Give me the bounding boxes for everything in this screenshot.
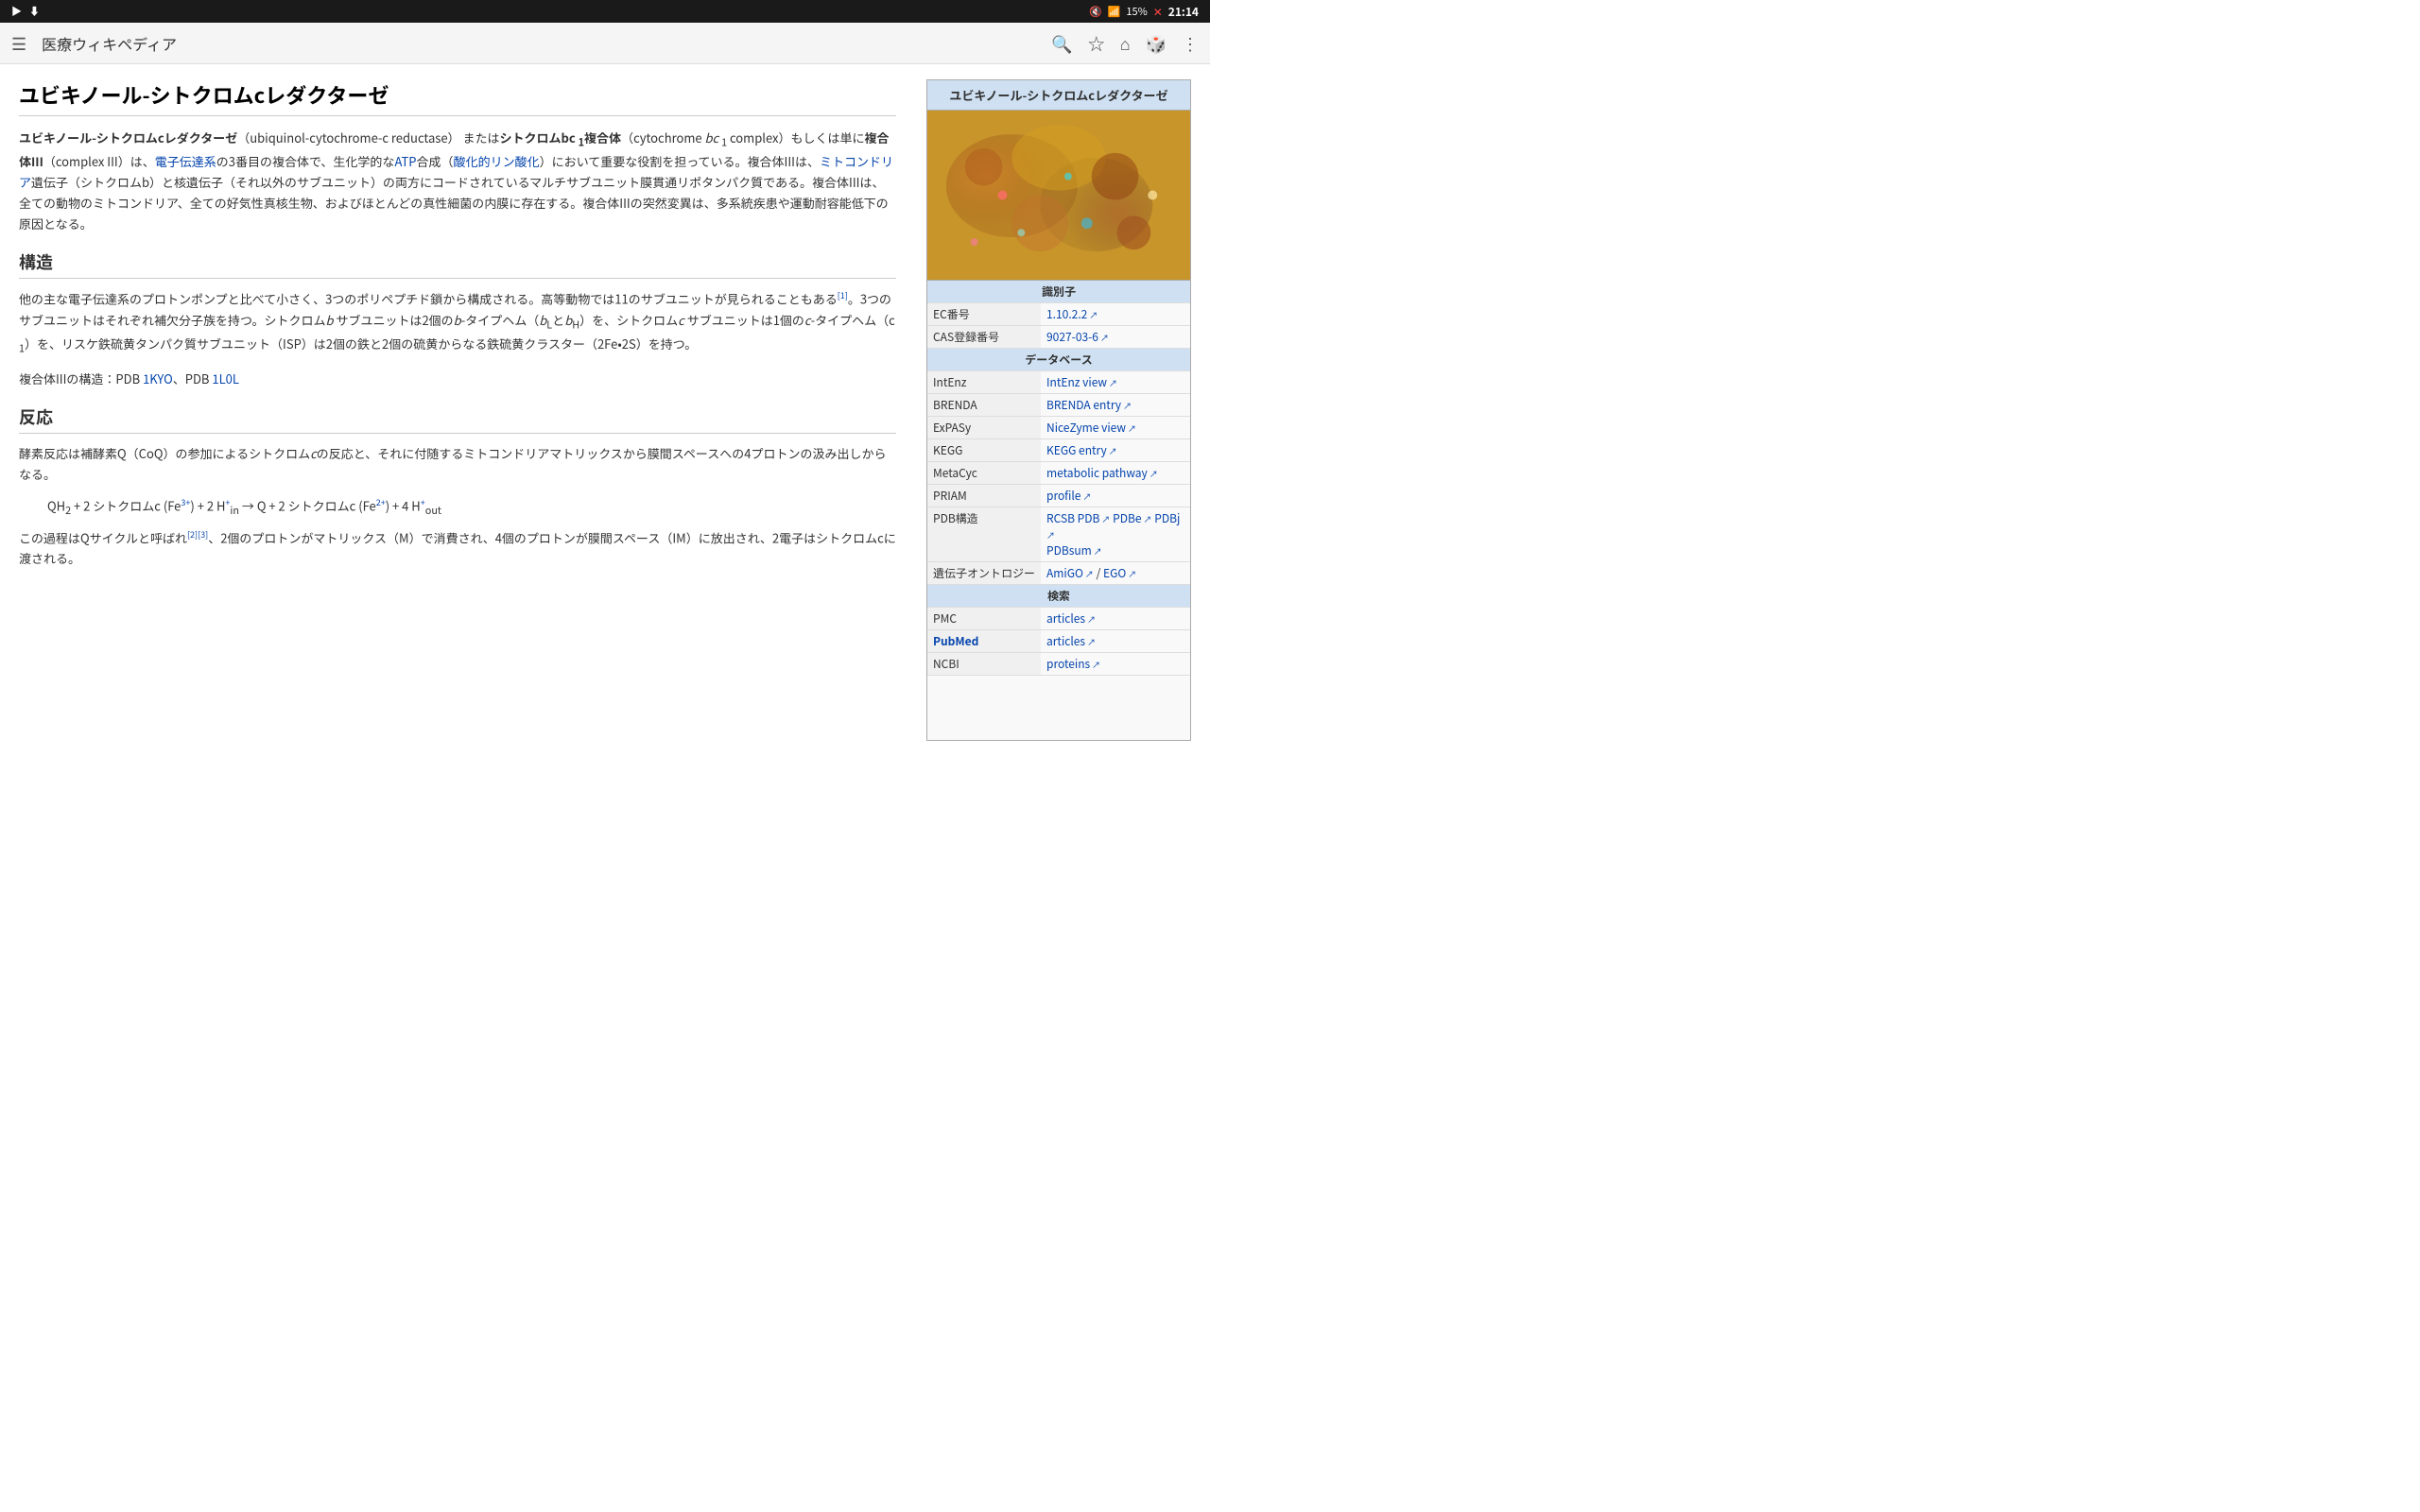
ec-link[interactable]: 1.10.2.2: [1046, 306, 1098, 322]
menu-button[interactable]: ☰: [11, 31, 26, 56]
section-heading-structure: 構造: [19, 249, 896, 279]
protein-svg: [927, 111, 1190, 280]
battery-level: 15%: [1126, 4, 1147, 19]
expasy-link[interactable]: NiceZyme view: [1046, 420, 1136, 436]
metacyc-value: metabolic pathway: [1041, 462, 1190, 485]
ncbi-label: NCBI: [927, 653, 1041, 676]
search-button[interactable]: 🔍: [1051, 31, 1072, 56]
main-content: ユビキノール-シトクロムcレダクターゼ ユビキノール-シトクロムcレダクターゼ（…: [0, 64, 1210, 756]
amigo-link[interactable]: AmiGO: [1046, 565, 1094, 581]
status-bar: ▶ ⬇ 🔇 📶 15% ✕ 21:14: [0, 0, 1210, 23]
priam-label: PRIAM: [927, 485, 1041, 507]
ref-1[interactable]: [1]: [838, 289, 848, 301]
kegg-label: KEGG: [927, 439, 1041, 462]
pdbe-link[interactable]: PDBe: [1113, 510, 1151, 526]
infobox-title: ユビキノール-シトクロムcレダクターゼ: [927, 80, 1190, 111]
battery-alert-icon: ✕: [1153, 4, 1163, 20]
priam-value: profile: [1041, 485, 1190, 507]
pmc-value: articles: [1041, 608, 1190, 630]
section-reaction-text: 酵素反応は補酵素Q（CoQ）の参加によるシトクロムcの反応と、それに付随するミト…: [19, 443, 896, 485]
nav-icons: 🔍 ☆ ⌂ 🎲 ⋮: [1051, 31, 1199, 56]
ref-3[interactable]: [3]: [198, 528, 208, 541]
pubmed-link[interactable]: articles: [1046, 633, 1096, 649]
link-1kyo[interactable]: 1KYO: [143, 369, 173, 387]
download-icon: ⬇: [29, 4, 40, 19]
pubmed-label: PubMed: [927, 630, 1041, 653]
rcsb-link[interactable]: RCSB PDB: [1046, 510, 1110, 526]
home-button[interactable]: ⌂: [1120, 31, 1131, 56]
databases-header: データベース: [927, 349, 1190, 371]
search-header: 検索: [927, 585, 1190, 608]
infobox: ユビキノール-シトクロムcレダクターゼ: [926, 79, 1191, 741]
bookmark-button[interactable]: ☆: [1088, 31, 1105, 56]
link-electron-transport[interactable]: 電子伝達系: [155, 152, 216, 170]
identifiers-header: 識別子: [927, 281, 1190, 303]
kegg-link[interactable]: KEGG entry: [1046, 442, 1117, 458]
metacyc-label: MetaCyc: [927, 462, 1041, 485]
link-1l0l[interactable]: 1L0L: [212, 369, 239, 387]
app-title: 医療ウィキペディア: [34, 32, 1044, 55]
mute-icon: 🔇: [1089, 4, 1102, 19]
metacyc-link[interactable]: metabolic pathway: [1046, 465, 1158, 481]
status-bar-right: 🔇 📶 15% ✕ 21:14: [1089, 4, 1199, 20]
wifi-icon: 📶: [1108, 4, 1121, 19]
pmc-link[interactable]: articles: [1046, 610, 1096, 627]
section-structure-text: 他の主な電子伝達系のプロトンポンプと比べて小さく、3つのポリペプチド鎖から構成さ…: [19, 288, 896, 356]
ref-2[interactable]: [2]: [187, 528, 198, 541]
gene-ontology-label: 遺伝子オントロジー: [927, 562, 1041, 585]
pdb-label: PDB構造: [927, 507, 1041, 562]
chemical-formula: QH2 + 2 シトクロムc (Fe3+) + 2 H+in → Q + 2 シ…: [47, 496, 896, 518]
infobox-image: [927, 111, 1190, 281]
ec-value: 1.10.2.2: [1041, 303, 1190, 326]
random-button[interactable]: 🎲: [1146, 31, 1167, 56]
link-oxidative[interactable]: 酸化的リン酸化: [454, 152, 540, 170]
section-heading-reaction: 反応: [19, 404, 896, 434]
kegg-value: KEGG entry: [1041, 439, 1190, 462]
nav-bar: ☰ 医療ウィキペディア 🔍 ☆ ⌂ 🎲 ⋮: [0, 23, 1210, 64]
ncbi-link[interactable]: proteins: [1046, 656, 1100, 672]
expasy-value: NiceZyme view: [1041, 417, 1190, 439]
ncbi-value: proteins: [1041, 653, 1190, 676]
section-reaction-qcycle: この過程はQサイクルと呼ばれ[2][3]、2個のプロトンがマトリックス（M）で消…: [19, 527, 896, 570]
article: ユビキノール-シトクロムcレダクターゼ ユビキノール-シトクロムcレダクターゼ（…: [19, 79, 896, 741]
brenda-value: BRENDA entry: [1041, 394, 1190, 417]
pdbsum-link[interactable]: PDBsum: [1046, 542, 1102, 558]
brenda-label: BRENDA: [927, 394, 1041, 417]
intenz-label: IntEnz: [927, 371, 1041, 394]
gene-ontology-value: AmiGO / EGO: [1041, 562, 1190, 585]
section-structure-pdb: 複合体IIIの構造：PDB 1KYO、PDB 1L0L: [19, 369, 896, 389]
pubmed-value: articles: [1041, 630, 1190, 653]
ego-link[interactable]: EGO: [1103, 565, 1136, 581]
intenz-value: IntEnz view: [1041, 371, 1190, 394]
article-intro: ユビキノール-シトクロムcレダクターゼ（ubiquinol-cytochrome…: [19, 128, 896, 234]
article-title: ユビキノール-シトクロムcレダクターゼ: [19, 79, 896, 116]
status-bar-left: ▶ ⬇: [11, 4, 40, 19]
infobox-table: 識別子 EC番号 1.10.2.2 CAS登録番号 9027-03-6 データベ…: [927, 281, 1190, 676]
cas-value: 9027-03-6: [1041, 326, 1190, 349]
pmc-label: PMC: [927, 608, 1041, 630]
brenda-link[interactable]: BRENDA entry: [1046, 397, 1132, 413]
ec-label: EC番号: [927, 303, 1041, 326]
pdb-value: RCSB PDB PDBe PDBj PDBsum: [1041, 507, 1190, 562]
more-button[interactable]: ⋮: [1182, 31, 1199, 56]
cas-link[interactable]: 9027-03-6: [1046, 329, 1109, 345]
protein-structure-image: [927, 111, 1190, 280]
intenz-link[interactable]: IntEnz view: [1046, 374, 1117, 390]
priam-link[interactable]: profile: [1046, 488, 1091, 504]
expasy-label: ExPASy: [927, 417, 1041, 439]
cas-label: CAS登録番号: [927, 326, 1041, 349]
play-icon: ▶: [11, 4, 22, 19]
time-display: 21:14: [1168, 4, 1199, 20]
link-atp[interactable]: ATP: [394, 152, 416, 170]
